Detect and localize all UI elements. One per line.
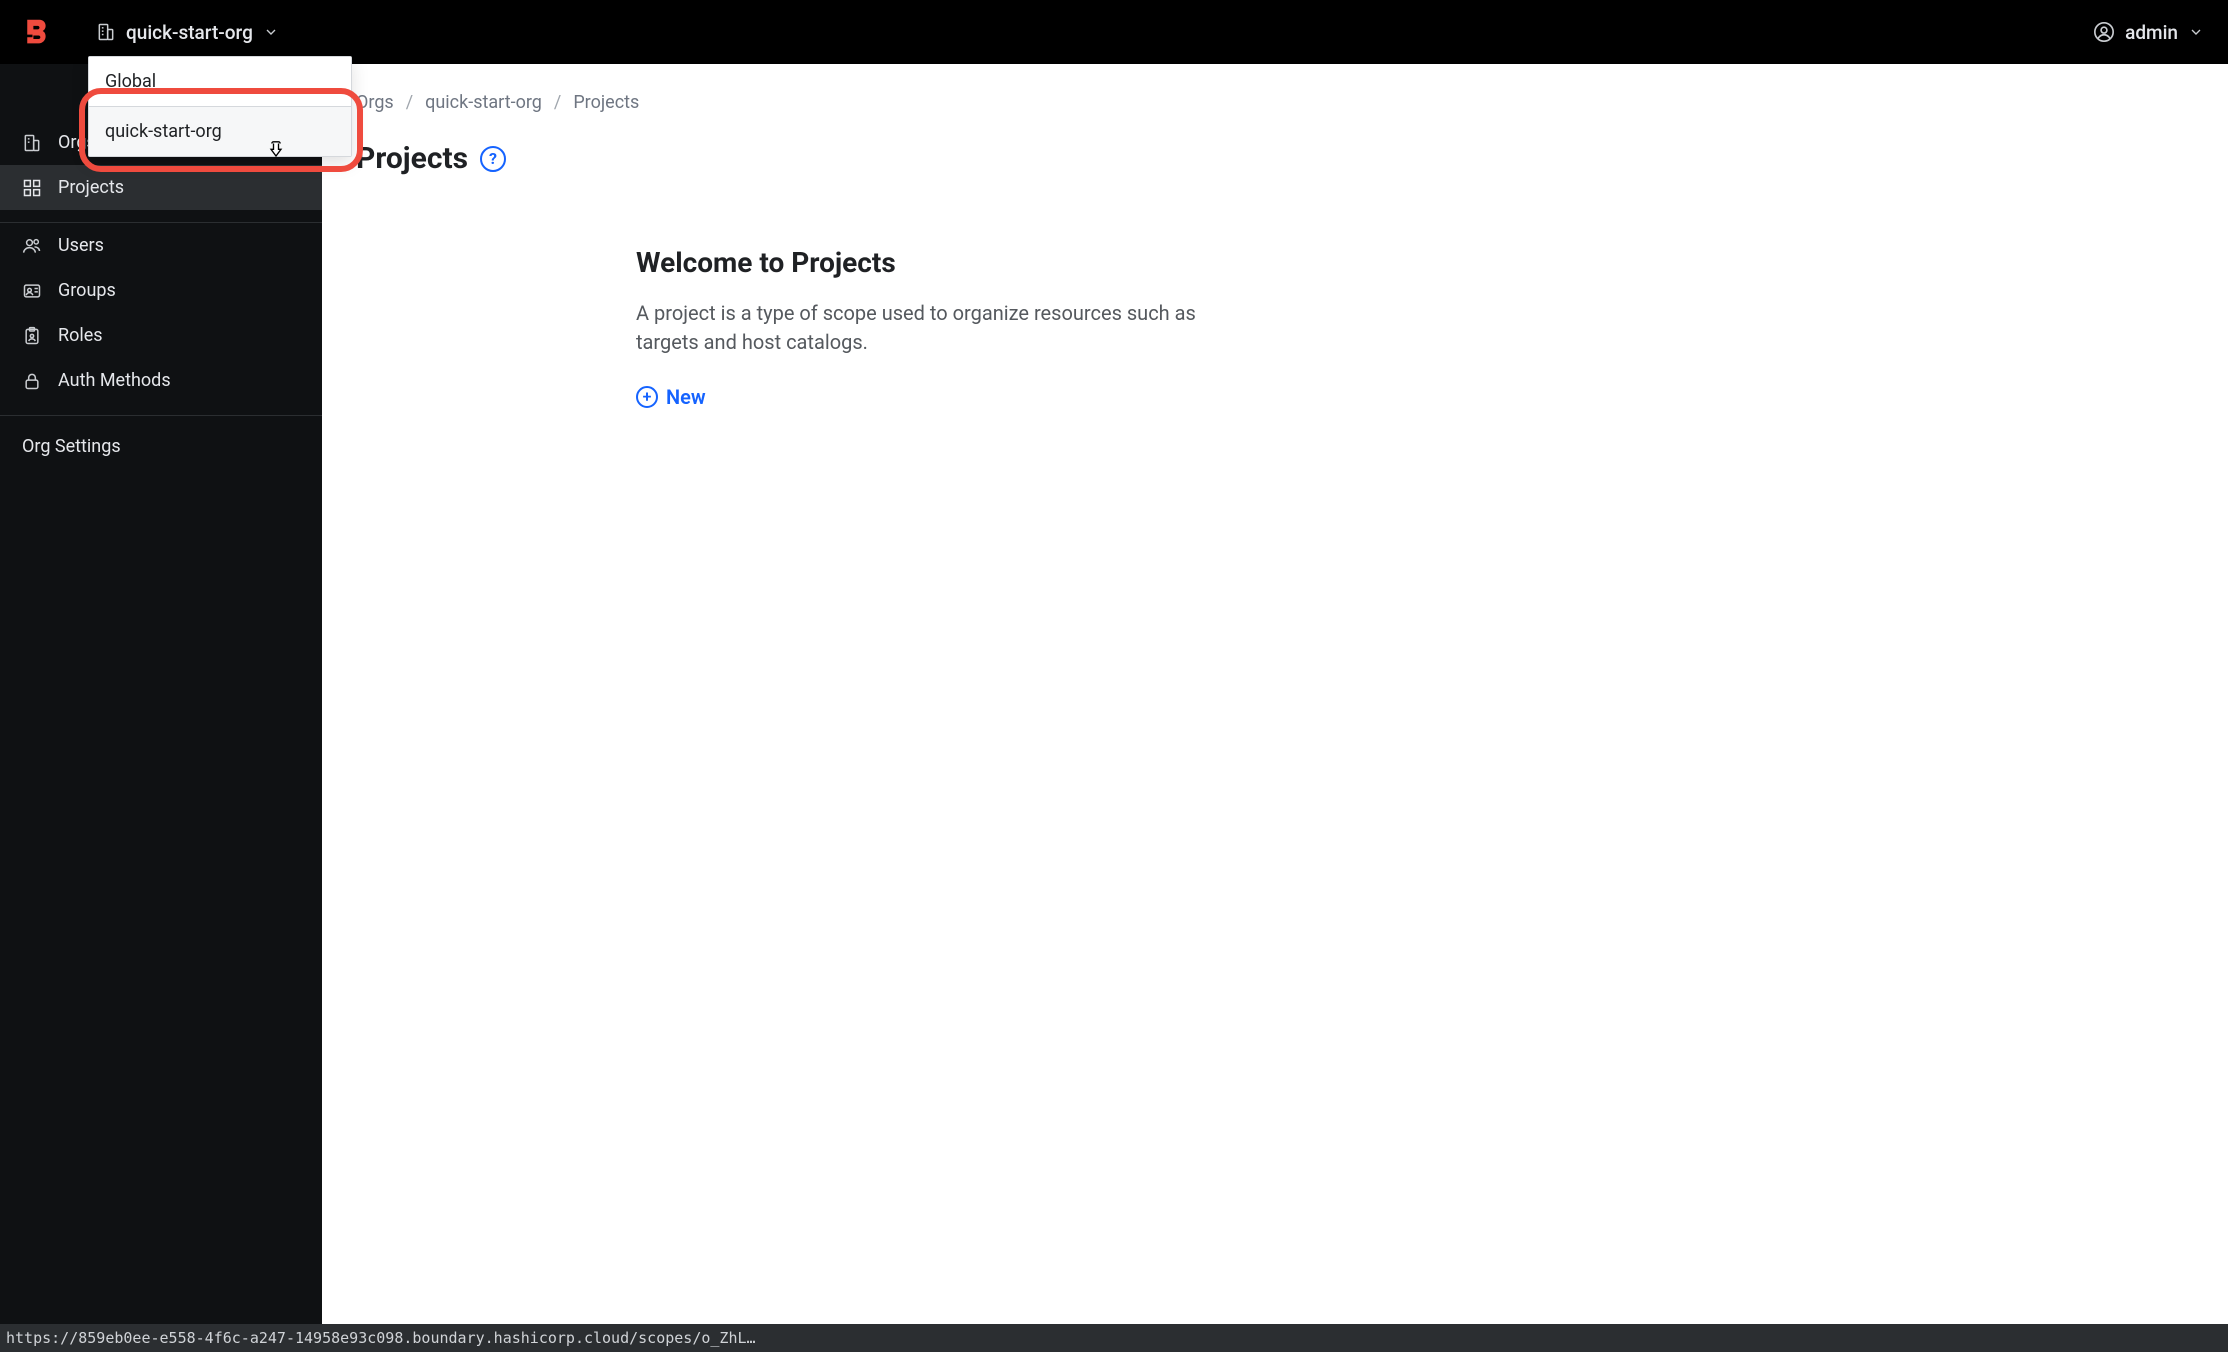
lock-icon	[22, 371, 42, 391]
breadcrumb-separator: /	[406, 92, 413, 113]
sidebar-item-label: Roles	[58, 325, 103, 346]
breadcrumb-org-name[interactable]: quick-start-org	[425, 92, 542, 113]
plus-circle-icon: +	[636, 386, 658, 408]
empty-state-title: Welcome to Projects	[636, 246, 1196, 279]
sidebar-item-users[interactable]: Users	[0, 223, 322, 268]
org-icon	[96, 22, 116, 42]
sidebar-item-label: Groups	[58, 280, 116, 301]
dropdown-item-quick-start-org[interactable]: quick-start-org	[89, 107, 351, 156]
page-title: Projects	[356, 141, 468, 176]
app-logo[interactable]	[12, 8, 60, 56]
sidebar-item-org-settings[interactable]: Org Settings	[0, 416, 322, 477]
sidebar-item-label: Projects	[58, 177, 124, 198]
boundary-logo-icon	[22, 18, 50, 46]
chevron-down-icon	[263, 24, 279, 40]
id-badge-icon	[22, 281, 42, 301]
sidebar: Orgs Projects	[0, 64, 322, 1324]
breadcrumb-orgs[interactable]: Orgs	[356, 92, 394, 113]
scope-selector[interactable]: quick-start-org	[96, 21, 279, 44]
help-icon[interactable]: ?	[480, 146, 506, 172]
sidebar-item-roles[interactable]: Roles	[0, 313, 322, 358]
breadcrumb: Orgs / quick-start-org / Projects	[356, 92, 2194, 113]
scope-dropdown: Global quick-start-org	[88, 56, 352, 157]
sidebar-item-label: Users	[58, 235, 104, 256]
sidebar-item-projects[interactable]: Projects	[0, 165, 322, 210]
dropdown-item-global[interactable]: Global	[89, 57, 351, 106]
status-url: https://859eb0ee-e558-4f6c-a247-14958e93…	[6, 1329, 756, 1347]
sidebar-item-auth-methods[interactable]: Auth Methods	[0, 358, 322, 403]
new-project-link[interactable]: + New	[636, 385, 706, 409]
user-label: admin	[2125, 21, 2178, 44]
org-icon	[22, 133, 42, 153]
breadcrumb-separator: /	[554, 92, 561, 113]
user-menu[interactable]: admin	[2093, 21, 2204, 44]
empty-state-description: A project is a type of scope used to org…	[636, 299, 1196, 357]
sidebar-item-label: Auth Methods	[58, 370, 171, 391]
app-header: quick-start-org admin	[0, 0, 2228, 64]
sidebar-item-label: Org Settings	[22, 436, 121, 457]
user-circle-icon	[2093, 21, 2115, 43]
chevron-down-icon	[2188, 24, 2204, 40]
empty-state: Welcome to Projects A project is a type …	[636, 246, 1196, 409]
status-bar: https://859eb0ee-e558-4f6c-a247-14958e93…	[0, 1324, 2228, 1352]
main-content: Orgs / quick-start-org / Projects Projec…	[322, 64, 2228, 1324]
new-link-label: New	[666, 385, 706, 409]
users-icon	[22, 236, 42, 256]
scope-selected-label: quick-start-org	[126, 21, 253, 44]
breadcrumb-projects: Projects	[573, 92, 639, 113]
clipboard-icon	[22, 326, 42, 346]
sidebar-item-groups[interactable]: Groups	[0, 268, 322, 313]
grid-icon	[22, 178, 42, 198]
